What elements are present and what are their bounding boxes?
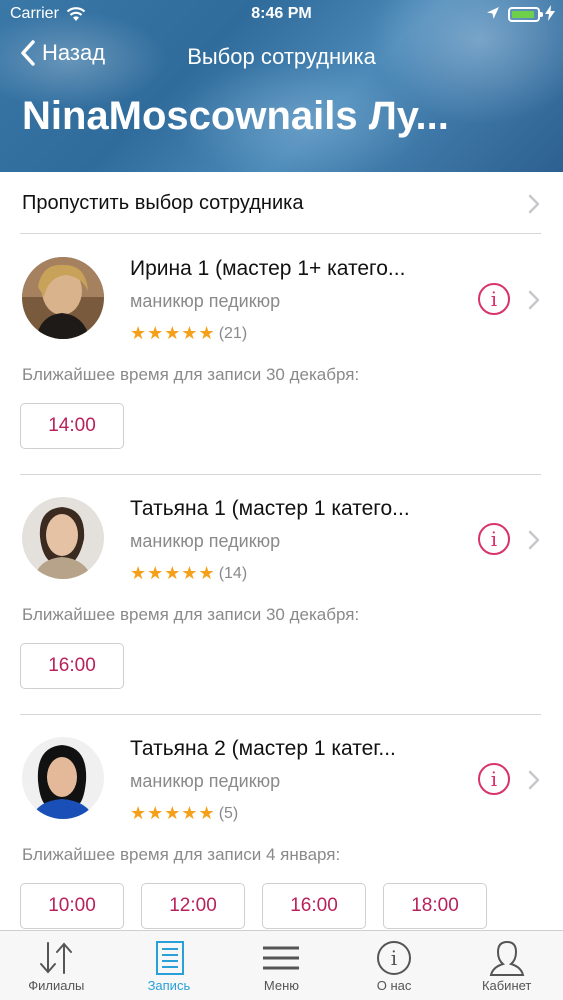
staff-rating: ★★★★★ (5)	[130, 803, 238, 824]
avatar	[22, 257, 104, 339]
time-slots: 16:00	[20, 643, 141, 689]
chevron-right-icon	[528, 770, 540, 790]
skip-staff-selection-row[interactable]: Пропустить выбор сотрудника	[0, 172, 563, 234]
time-slot-button[interactable]: 16:00	[20, 643, 124, 689]
svg-text:i: i	[391, 946, 397, 970]
time-slot-button[interactable]: 10:00	[20, 883, 124, 929]
staff-name: Ирина 1 (мастер 1+ катего...	[130, 257, 406, 280]
chevron-right-icon	[528, 530, 540, 550]
page-title: NinaMoscownails Лу...	[22, 94, 449, 138]
staff-card[interactable]: Татьяна 2 (мастер 1 катег... маникюр пед…	[0, 715, 563, 955]
avatar	[22, 497, 104, 579]
info-icon[interactable]: i	[478, 523, 510, 555]
star-icons: ★★★★★	[130, 563, 216, 583]
time-slot-button[interactable]: 18:00	[383, 883, 487, 929]
staff-rating: ★★★★★ (21)	[130, 323, 247, 344]
clock: 8:46 PM	[251, 5, 312, 22]
staff-services: маникюр педикюр	[130, 531, 281, 551]
location-arrow-icon	[487, 7, 499, 19]
review-count: (5)	[218, 804, 239, 822]
tab-label: Филиалы	[28, 978, 85, 993]
avatar	[22, 737, 104, 819]
tab-label: О нас	[376, 978, 412, 993]
nearest-time-label: Ближайшее время для записи 4 января:	[22, 845, 341, 864]
info-icon: i	[377, 941, 412, 975]
staff-services: маникюр педикюр	[130, 771, 281, 791]
header-banner: Carrier 8:46 PM Назад Выбор сотрудника N…	[0, 0, 563, 172]
tab-branches[interactable]: Филиалы	[0, 931, 113, 1000]
staff-rating: ★★★★★ (14)	[130, 563, 247, 584]
status-bar: Carrier 8:46 PM	[0, 0, 563, 30]
booking-document-icon	[155, 941, 184, 975]
staff-name: Татьяна 2 (мастер 1 катег...	[130, 737, 396, 760]
review-count: (21)	[218, 324, 248, 342]
staff-services: маникюр педикюр	[130, 291, 281, 311]
tab-cabinet[interactable]: Кабинет	[450, 931, 563, 1000]
tab-label: Кабинет	[481, 978, 532, 993]
time-slots: 14:00	[20, 403, 141, 449]
menu-lines-icon	[263, 946, 300, 970]
tab-bar: Филиалы Запись Меню i О нас Кабинет	[0, 930, 563, 1000]
charging-bolt-icon	[545, 5, 555, 21]
skip-label: Пропустить выбор сотрудника	[22, 192, 304, 214]
tab-booking[interactable]: Запись	[113, 931, 226, 1000]
nearest-time-label: Ближайшее время для записи 30 декабря:	[22, 605, 360, 624]
staff-name: Татьяна 1 (мастер 1 катего...	[130, 497, 410, 520]
time-slot-button[interactable]: 16:00	[262, 883, 366, 929]
tab-menu[interactable]: Меню	[225, 931, 338, 1000]
chevron-right-icon	[528, 290, 540, 310]
star-icons: ★★★★★	[130, 803, 216, 823]
battery-icon	[508, 7, 543, 22]
star-icons: ★★★★★	[130, 323, 216, 343]
time-slot-button[interactable]: 14:00	[20, 403, 124, 449]
time-slots: 10:00 12:00 16:00 18:00	[20, 883, 504, 929]
tab-label: Меню	[263, 978, 300, 993]
info-icon[interactable]: i	[478, 283, 510, 315]
staff-card[interactable]: Ирина 1 (мастер 1+ катего... маникюр пед…	[0, 235, 563, 475]
tab-about[interactable]: i О нас	[338, 931, 451, 1000]
tab-label: Запись	[147, 978, 191, 993]
branches-arrows-icon	[40, 942, 73, 974]
time-slot-button[interactable]: 12:00	[141, 883, 245, 929]
review-count: (14)	[218, 564, 248, 582]
chevron-right-icon	[528, 194, 540, 214]
divider	[20, 233, 541, 234]
nearest-time-label: Ближайшее время для записи 30 декабря:	[22, 365, 360, 384]
profile-icon	[489, 940, 524, 976]
staff-card[interactable]: Татьяна 1 (мастер 1 катего... маникюр пе…	[0, 475, 563, 715]
nav-title: Выбор сотрудника	[187, 44, 376, 69]
info-icon[interactable]: i	[478, 763, 510, 795]
